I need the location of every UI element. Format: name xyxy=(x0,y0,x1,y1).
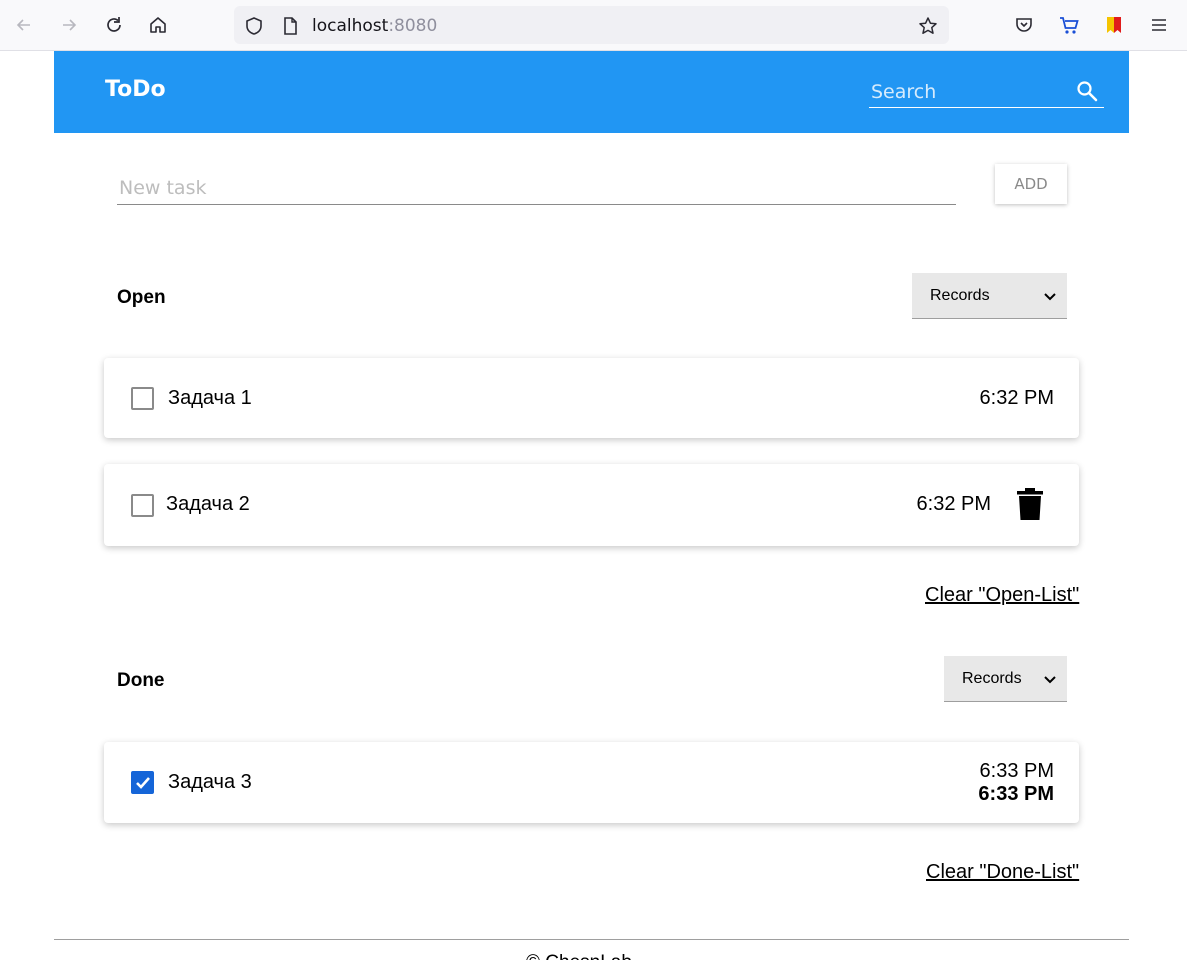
bookmark-flag-icon xyxy=(1107,17,1121,33)
chevron-down-icon xyxy=(1044,675,1056,683)
add-button[interactable]: ADD xyxy=(995,164,1067,204)
done-section-title: Done xyxy=(117,670,165,691)
clear-open-list-link[interactable]: Clear "Open-List" xyxy=(925,584,1079,607)
pocket-button[interactable] xyxy=(1008,9,1040,41)
shield-icon[interactable] xyxy=(244,16,264,36)
task-name: Задача 2 xyxy=(166,493,250,515)
reload-button[interactable] xyxy=(98,9,130,41)
done-select-value: Records xyxy=(962,669,1022,687)
task-time: 6:32 PM xyxy=(916,493,991,515)
checkmark-icon xyxy=(136,777,150,789)
trash-icon[interactable] xyxy=(1017,488,1043,520)
url-port: :8080 xyxy=(388,16,438,36)
task-done-time: 6:33 PM xyxy=(978,783,1054,805)
app-title: ToDo xyxy=(105,77,166,102)
open-section-title: Open xyxy=(117,287,166,308)
forward-button[interactable] xyxy=(53,9,85,41)
done-records-select[interactable]: Records xyxy=(944,656,1067,702)
url-text: localhost:8080 xyxy=(312,16,437,36)
task-card: Задача 1 6:32 PM xyxy=(104,358,1079,438)
home-button[interactable] xyxy=(142,9,174,41)
search-box xyxy=(869,75,1104,108)
task-card: Задача 3 6:33 PM 6:33 PM xyxy=(104,742,1079,823)
footer-text: © ChesnLab xyxy=(526,952,632,960)
task-name: Задача 3 xyxy=(168,771,252,793)
address-bar[interactable]: localhost:8080 xyxy=(234,6,949,44)
forward-arrow-icon xyxy=(63,19,77,31)
url-host: localhost xyxy=(312,16,389,36)
task-card: Задача 2 6:32 PM xyxy=(104,464,1079,546)
hamburger-menu-icon xyxy=(1152,19,1166,31)
todo-app: ToDo ADD Open Records Задача 1 6:32 PM З… xyxy=(54,51,1129,960)
chevron-down-icon xyxy=(1044,292,1056,300)
shopping-cart-icon xyxy=(1060,17,1079,34)
footer-divider xyxy=(54,939,1129,940)
clear-done-list-link[interactable]: Clear "Done-List" xyxy=(926,861,1079,884)
pocket-icon xyxy=(1016,18,1032,32)
back-button[interactable] xyxy=(8,9,40,41)
new-task-field xyxy=(117,169,956,205)
task-time: 6:33 PM xyxy=(979,760,1054,782)
task-checkbox-checked[interactable] xyxy=(131,771,154,794)
cart-extension-button[interactable] xyxy=(1053,9,1085,41)
flag-extension-button[interactable] xyxy=(1098,9,1130,41)
reload-icon xyxy=(107,17,121,32)
search-icon[interactable] xyxy=(1075,79,1099,103)
page-icon xyxy=(284,17,297,35)
task-checkbox[interactable] xyxy=(131,494,154,517)
search-input[interactable] xyxy=(871,79,1066,105)
bookmark-star-icon[interactable] xyxy=(918,16,938,36)
open-records-select[interactable]: Records xyxy=(912,273,1067,319)
browser-toolbar: localhost:8080 xyxy=(0,0,1187,51)
task-name: Задача 1 xyxy=(168,387,252,409)
open-select-value: Records xyxy=(930,286,990,304)
task-time: 6:32 PM xyxy=(979,387,1054,409)
back-arrow-icon xyxy=(16,19,30,31)
task-checkbox[interactable] xyxy=(131,387,154,410)
home-icon xyxy=(150,17,166,33)
menu-button[interactable] xyxy=(1143,9,1175,41)
app-header: ToDo xyxy=(54,51,1129,133)
new-task-input[interactable] xyxy=(119,175,939,201)
